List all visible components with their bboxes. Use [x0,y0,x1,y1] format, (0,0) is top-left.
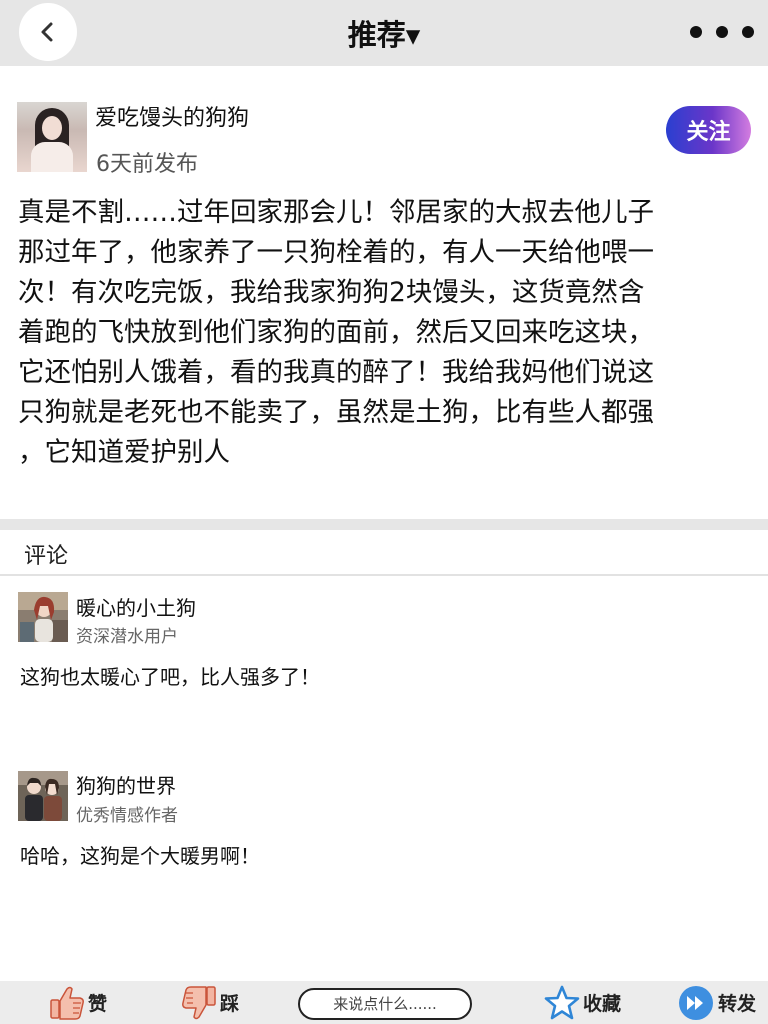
thumbs-up-icon [50,986,84,1020]
star-icon [544,985,580,1019]
author-avatar[interactable] [17,102,87,172]
divider [0,574,768,576]
post-line: 它还怕别人饿着，看的我真的醉了！我给我妈他们说这 [18,357,654,388]
commenter-role: 优秀情感作者 [76,806,178,826]
commenter-role: 资深潜水用户 [76,627,178,647]
post-line: 真是不割……过年回家那会儿！邻居家的大叔去他儿子 [18,197,654,228]
post-line: 那过年了，他家养了一只狗栓着的，有人一天给他喂一 [18,237,654,268]
post-line: 着跑的飞快放到他们家狗的面前，然后又回来吃这块， [18,317,654,348]
post-line: 只狗就是老死也不能卖了，虽然是土狗，比有些人都强 [18,397,654,428]
follow-button[interactable]: 关注 [666,106,751,154]
comment-text: 哈哈，这狗是个大暖男啊！ [20,844,260,868]
favorite-label: 收藏 [583,993,622,1015]
comment-text: 这狗也太暖心了吧，比人强多了！ [20,665,320,689]
favorite-button[interactable]: 收藏 [544,981,621,1024]
bottom-action-bar: 赞 踩 收藏 转发 [0,981,768,1024]
commenter-avatar[interactable] [18,771,68,821]
comments-heading: 评论 [24,544,69,569]
comment-input[interactable] [298,988,472,1020]
more-dot [690,26,702,38]
dislike-button[interactable]: 踩 [180,981,239,1024]
more-button[interactable] [690,16,754,48]
post-time: 6天前发布 [96,152,198,177]
top-bar: 推荐▾ [0,0,768,66]
more-dot [716,26,728,38]
dislike-label: 踩 [220,993,240,1015]
chevron-left-icon [41,22,53,42]
share-label: 转发 [718,993,757,1015]
author-name[interactable]: 爱吃馒头的狗狗 [95,100,249,132]
commenter-name[interactable]: 暖心的小土狗 [76,592,196,621]
share-play-icon [679,985,713,1020]
thumbs-down-icon [182,985,216,1019]
section-divider [0,519,768,530]
like-button[interactable]: 赞 [48,981,107,1024]
back-button[interactable] [19,3,77,61]
share-button[interactable]: 转发 [678,981,756,1024]
page-title[interactable]: 推荐▾ [0,0,768,66]
commenter-name[interactable]: 狗狗的世界 [76,770,176,799]
commenter-avatar[interactable] [18,592,68,642]
post-body: 真是不割……过年回家那会儿！邻居家的大叔去他儿子 那过年了，他家养了一只狗栓着的… [18,193,753,473]
post-line: ，它知道爱护别人 [18,437,230,468]
more-dot [742,26,754,38]
post-line: 次！有次吃完饭，我给我家狗狗2块馒头，这货竟然含 [18,277,645,308]
like-label: 赞 [88,993,108,1015]
